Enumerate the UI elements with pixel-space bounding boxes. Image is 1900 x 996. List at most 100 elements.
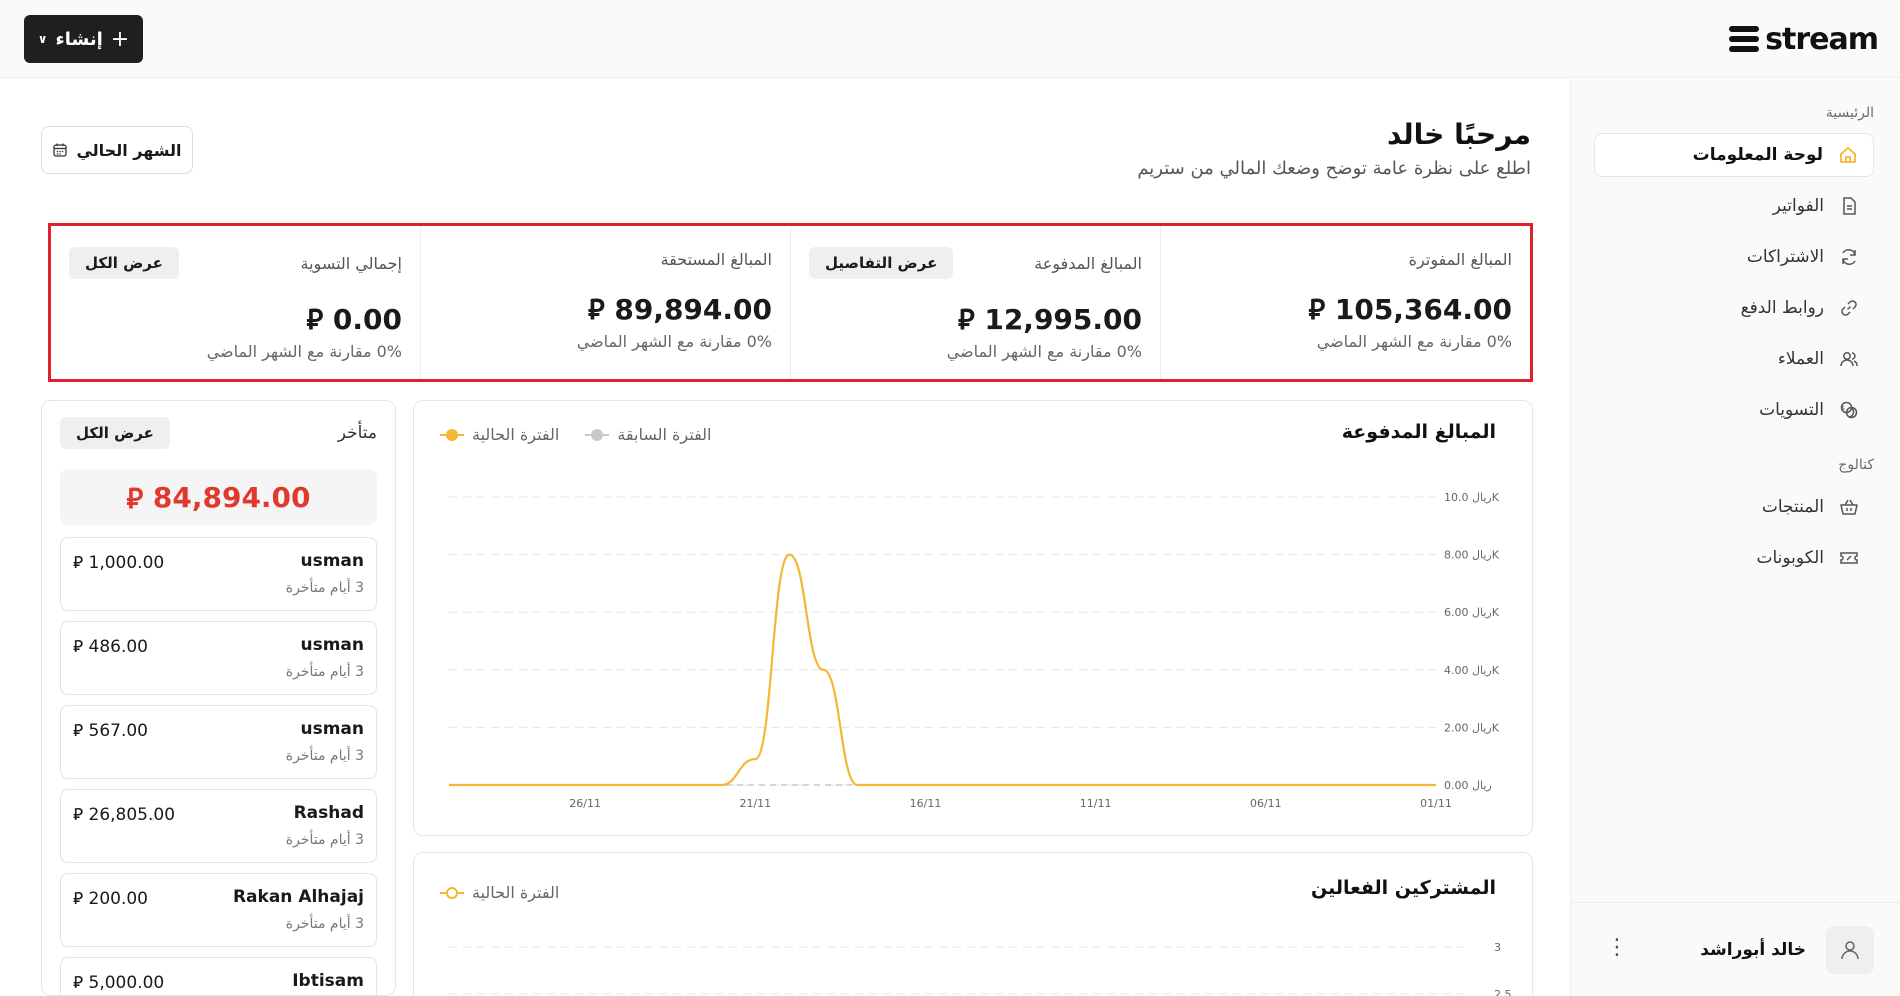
stat-label: المبالغ المدفوعة bbox=[1034, 254, 1142, 273]
avatar bbox=[1826, 925, 1874, 974]
page-subtitle: اطلع على نظرة عامة توضح وضعك المالي من س… bbox=[1137, 158, 1531, 179]
overdue-row[interactable]: usman 567.00 ⃁ 3 أيام متأخرة bbox=[60, 705, 377, 779]
sar-currency-icon: ⃁ bbox=[126, 481, 144, 515]
customer-name: Rashad bbox=[293, 803, 364, 823]
view-all-settlements-button[interactable]: عرض الكل bbox=[69, 247, 179, 279]
plus-icon: + bbox=[110, 26, 130, 52]
create-button[interactable]: ∨ إنشاء + bbox=[24, 15, 143, 63]
chevron-down-icon: ∨ bbox=[37, 32, 48, 46]
x-tick-label: 11/11 bbox=[1080, 797, 1112, 810]
overdue-row[interactable]: usman 486.00 ⃁ 3 أيام متأخرة bbox=[60, 621, 377, 695]
user-icon bbox=[1841, 940, 1859, 959]
basket-icon bbox=[1838, 496, 1860, 518]
paid-amounts-chart-card: المبالغ المدفوعة الفترة السابقة الفترة ا… bbox=[413, 400, 1533, 836]
overdue-amount: 200.00 ⃁ bbox=[73, 889, 148, 909]
sidebar-item-subscriptions[interactable]: الاشتراكات bbox=[1594, 235, 1874, 279]
overdue-row[interactable]: Rakan Alhajaj 200.00 ⃁ 3 أيام متأخرة bbox=[60, 873, 377, 947]
stat-invoiced: المبالغ المفوترة 105,364.00 ⃁ 0% مقارنة … bbox=[1160, 226, 1530, 379]
days-late: 3 أيام متأخرة bbox=[285, 832, 364, 848]
y-tick-label: ريال 0.00 bbox=[1444, 779, 1492, 792]
overdue-row[interactable]: Ibtisam 5,000.00 ⃁ bbox=[60, 957, 377, 995]
stream-logo-icon bbox=[1729, 26, 1760, 52]
sidebar-item-customers[interactable]: العملاء bbox=[1594, 337, 1874, 381]
month-filter-button[interactable]: الشهر الحالي bbox=[41, 126, 193, 174]
customer-name: usman bbox=[300, 719, 364, 739]
overdue-view-all-button[interactable]: عرض الكل bbox=[60, 417, 170, 449]
sidebar-item-label: التسويات bbox=[1759, 400, 1824, 420]
overdue-amount: 26,805.00 ⃁ bbox=[73, 805, 176, 825]
document-icon bbox=[1838, 195, 1860, 217]
x-tick-label: 06/11 bbox=[1250, 797, 1282, 810]
sidebar-item-label: روابط الدفع bbox=[1740, 298, 1824, 318]
y-tick-label: ريال 8.00K bbox=[1444, 549, 1500, 562]
refresh-icon bbox=[1838, 246, 1860, 268]
top-bar: ∨ إنشاء + stream bbox=[0, 0, 1900, 78]
sidebar-section-catalog: كتالوج bbox=[1838, 457, 1874, 473]
y-tick-label: 2.5 bbox=[1494, 988, 1512, 996]
customer-name: Ibtisam bbox=[292, 971, 364, 991]
coins-icon: $ bbox=[1838, 399, 1860, 421]
stat-comparison: 0% مقارنة مع الشهر الماضي bbox=[576, 332, 772, 351]
stat-value: 89,894.00 ⃁ bbox=[587, 293, 772, 326]
sar-currency-icon: ⃁ bbox=[73, 805, 84, 825]
sar-currency-icon: ⃁ bbox=[1308, 293, 1326, 326]
stat-value: 12,995.00 ⃁ bbox=[957, 303, 1142, 336]
overdue-row[interactable]: Rashad 26,805.00 ⃁ 3 أيام متأخرة bbox=[60, 789, 377, 863]
sar-currency-icon: ⃁ bbox=[73, 553, 84, 573]
stat-due: المبالغ المستحقة 89,894.00 ⃁ 0% مقارنة م… bbox=[420, 226, 790, 379]
sidebar-item-invoices[interactable]: الفواتير bbox=[1594, 184, 1874, 228]
sidebar-item-label: الاشتراكات bbox=[1746, 247, 1824, 267]
x-tick-label: 21/11 bbox=[739, 797, 771, 810]
days-late: 3 أيام متأخرة bbox=[285, 664, 364, 680]
sidebar-section-main: الرئيسية bbox=[1825, 105, 1874, 121]
stat-comparison: 0% مقارنة مع الشهر الماضي bbox=[1316, 332, 1512, 351]
overdue-row[interactable]: usman 1,000.00 ⃁ 3 أيام متأخرة bbox=[60, 537, 377, 611]
active-subscribers-chart: 32.5 bbox=[449, 941, 1512, 996]
sidebar-item-label: الكوبونات bbox=[1756, 548, 1824, 568]
stat-paid: المبالغ المدفوعة عرض التفاصيل 12,995.00 … bbox=[790, 226, 1160, 379]
overdue-amount: 486.00 ⃁ bbox=[73, 637, 148, 657]
stat-comparison: 0% مقارنة مع الشهر الماضي bbox=[206, 342, 402, 361]
stats-summary: المبالغ المفوترة 105,364.00 ⃁ 0% مقارنة … bbox=[48, 223, 1533, 382]
y-tick-label: ريال 10.0K bbox=[1444, 491, 1500, 504]
stream-logo[interactable]: stream bbox=[1729, 21, 1879, 57]
days-late: 3 أيام متأخرة bbox=[285, 580, 364, 596]
stat-settlement-total: إجمالي التسوية عرض الكل 0.00 ⃁ 0% مقارنة… bbox=[51, 226, 420, 379]
stat-label: المبالغ المفوترة bbox=[1408, 250, 1512, 269]
days-late: 3 أيام متأخرة bbox=[285, 916, 364, 932]
logo-text: stream bbox=[1765, 21, 1879, 57]
sidebar-item-label: العملاء bbox=[1777, 349, 1824, 369]
sidebar-item-payment-links[interactable]: روابط الدفع bbox=[1594, 286, 1874, 330]
sar-currency-icon: ⃁ bbox=[587, 293, 605, 326]
sidebar-item-label: لوحة المعلومات bbox=[1692, 145, 1823, 165]
active-subscribers-chart-card: المشتركين الفعالين الفترة الحالية 3 2.5 bbox=[413, 852, 1533, 996]
sidebar-item-label: المنتجات bbox=[1761, 497, 1824, 517]
y-tick-label: ريال 2.00K bbox=[1444, 721, 1500, 734]
x-tick-label: 16/11 bbox=[910, 797, 942, 810]
users-icon bbox=[1838, 348, 1860, 370]
user-menu[interactable]: خالد أبوراشد ⋮ bbox=[1570, 902, 1900, 996]
home-icon bbox=[1837, 144, 1859, 166]
sar-currency-icon: ⃁ bbox=[73, 721, 84, 741]
overdue-total: 84,894.00 ⃁ bbox=[60, 469, 377, 525]
sidebar-item-settlements[interactable]: $ التسويات bbox=[1594, 388, 1874, 432]
customer-name: usman bbox=[300, 635, 364, 655]
stat-label: إجمالي التسوية bbox=[300, 254, 402, 273]
stat-label: المبالغ المستحقة bbox=[660, 250, 772, 269]
more-options-icon[interactable]: ⋮ bbox=[1606, 937, 1628, 959]
month-filter-label: الشهر الحالي bbox=[76, 140, 182, 160]
sidebar-item-products[interactable]: المنتجات bbox=[1594, 485, 1874, 529]
sar-currency-icon: ⃁ bbox=[73, 637, 84, 657]
sar-currency-icon: ⃁ bbox=[73, 889, 84, 909]
page-title: مرحبًا خالد bbox=[1386, 118, 1531, 151]
x-tick-label: 01/11 bbox=[1420, 797, 1452, 810]
view-details-button[interactable]: عرض التفاصيل bbox=[809, 247, 954, 279]
sidebar-item-label: الفواتير bbox=[1772, 196, 1824, 216]
customer-name: Rakan Alhajaj bbox=[232, 887, 364, 907]
stat-value: 0.00 ⃁ bbox=[306, 303, 402, 336]
overdue-card: متأخر عرض الكل 84,894.00 ⃁ usman 1,000.0… bbox=[41, 400, 396, 996]
sidebar-item-dashboard[interactable]: لوحة المعلومات bbox=[1594, 133, 1874, 177]
sidebar-item-coupons[interactable]: الكوبونات bbox=[1594, 536, 1874, 580]
paid-amounts-chart: ريال 0.00 ريال 2.00K ريال 4.00K ريال 6.00K ر… bbox=[449, 491, 1500, 810]
x-tick-label: 26/11 bbox=[569, 797, 601, 810]
